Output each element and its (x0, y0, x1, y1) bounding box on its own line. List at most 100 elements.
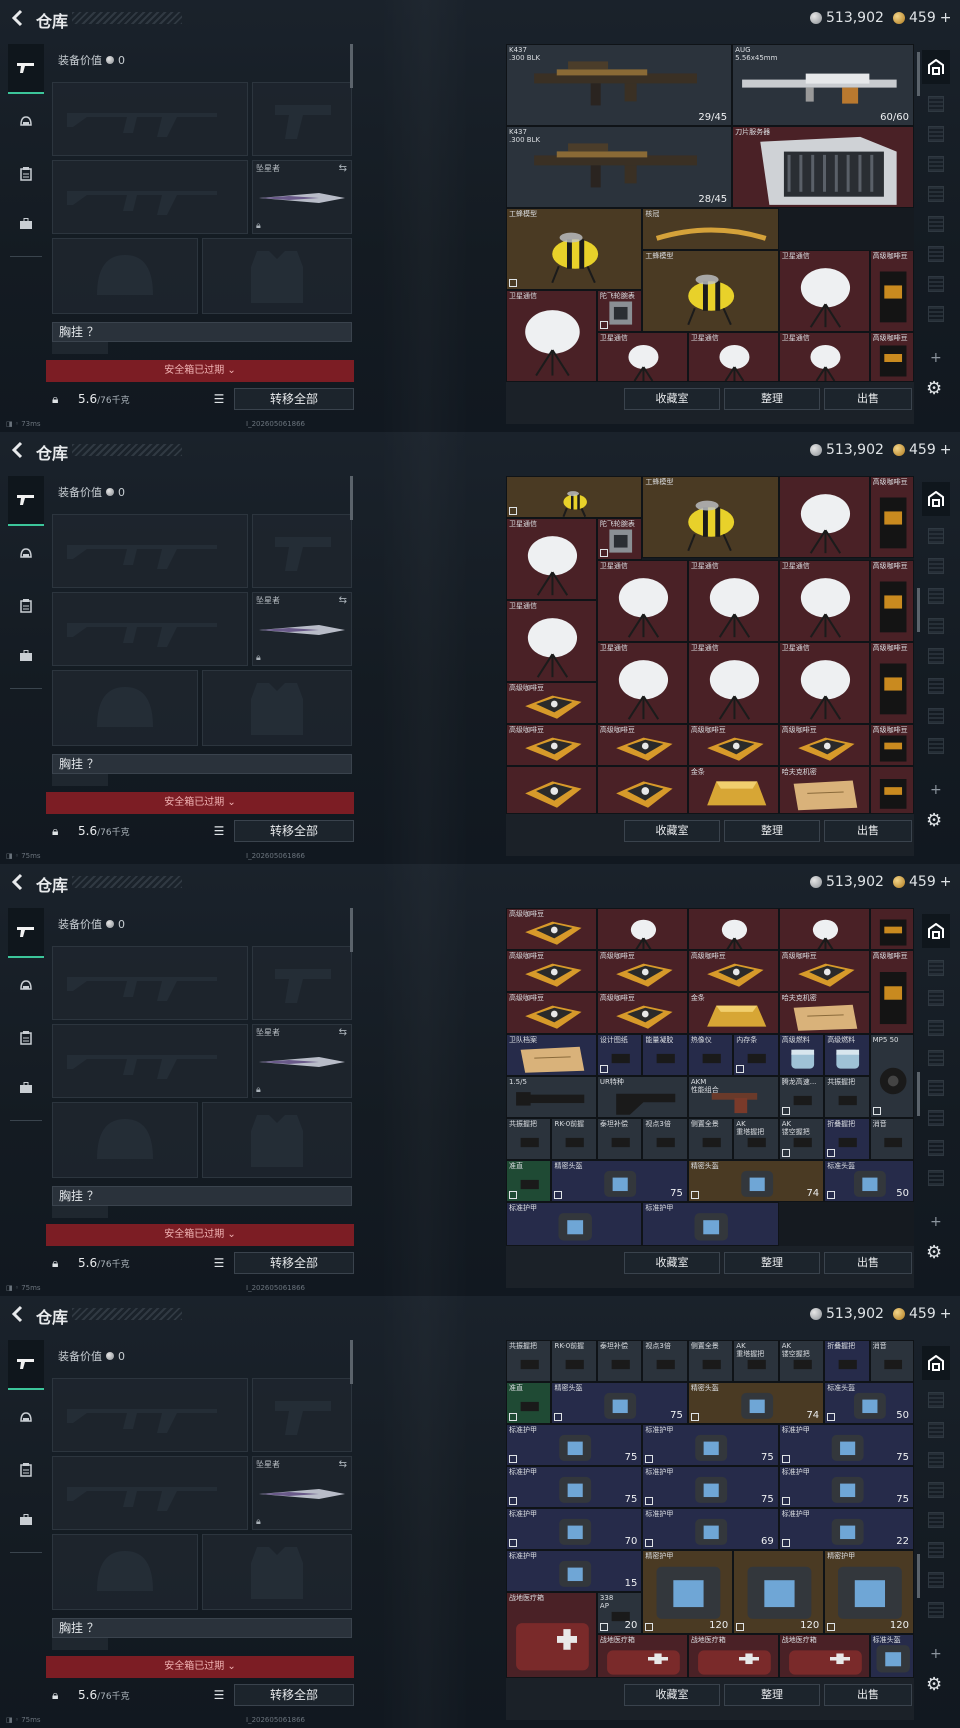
inventory-item[interactable]: 共振握把 (506, 1340, 552, 1382)
sidearm-slot[interactable] (252, 946, 352, 1020)
back-arrow-icon[interactable] (10, 9, 26, 27)
inventory-item[interactable]: 1.5/5 (506, 1076, 597, 1118)
inventory-item[interactable] (506, 476, 643, 518)
inventory-item[interactable] (506, 766, 597, 814)
sell-button[interactable]: 出售 (824, 1684, 912, 1706)
inventory-item[interactable]: 精密头盔 74 (687, 1160, 825, 1202)
rail-weapons[interactable] (8, 44, 44, 94)
inventory-item[interactable]: 腾龙高速... (778, 1076, 825, 1118)
inventory-item[interactable]: 卫星通信 (506, 290, 597, 382)
inventory-item[interactable]: 陀飞轮腕表 (596, 518, 643, 560)
inventory-item[interactable]: 精密头盔 75 (551, 1382, 688, 1424)
inventory-item[interactable]: 标准护甲 15 (506, 1550, 643, 1592)
inventory-item[interactable]: 核冠 (642, 208, 779, 250)
inventory-item[interactable]: 卫星通信 (506, 518, 597, 600)
gold-currency[interactable]: 459 + (893, 874, 951, 890)
secondary-weapon-slot[interactable] (52, 1456, 248, 1530)
warehouse-tab-7[interactable] (928, 678, 944, 694)
inventory-item[interactable]: 高级咖啡豆 (869, 332, 914, 382)
warehouse-tab-4[interactable] (928, 1020, 944, 1036)
melee-slot[interactable]: 坠星者 ⇆ 🔒︎ (252, 1024, 352, 1098)
safebox-expired-banner[interactable]: 安全箱已过期 ⌄ (46, 792, 354, 814)
swap-icon[interactable]: ⇆ (339, 163, 347, 174)
loadout-scrollbar[interactable] (350, 908, 353, 952)
helmet-slot[interactable] (52, 238, 198, 314)
warehouse-tab-6[interactable] (928, 648, 944, 664)
rail-weapons[interactable] (8, 1340, 44, 1390)
gold-currency[interactable]: 459 + (893, 1306, 951, 1322)
inventory-item[interactable]: 卫星通信 (506, 600, 597, 682)
back-arrow-icon[interactable] (10, 873, 26, 891)
add-tab-icon[interactable]: + (930, 1646, 942, 1662)
inventory-item[interactable] (869, 908, 914, 950)
warehouse-tab-2[interactable] (928, 96, 944, 112)
inventory-item[interactable]: 设计图纸 (596, 1034, 643, 1076)
add-tab-icon[interactable]: + (930, 1214, 942, 1230)
primary-weapon-slot[interactable] (52, 946, 248, 1020)
inventory-item[interactable] (596, 908, 688, 950)
add-gold-icon[interactable]: + (940, 1306, 952, 1322)
organize-button[interactable]: 整理 (724, 1684, 820, 1706)
inventory-item[interactable]: 标准头盔 50 (824, 1160, 914, 1202)
list-icon[interactable]: ☰ (210, 388, 228, 410)
inventory-item[interactable]: 视点3倍 (642, 1340, 688, 1382)
gear-icon[interactable]: ⚙ (926, 810, 942, 831)
warehouse-tab-4[interactable] (928, 1452, 944, 1468)
sell-button[interactable]: 出售 (824, 1252, 912, 1274)
rail-backpack[interactable] (12, 642, 40, 670)
warehouse-tab-3[interactable] (928, 558, 944, 574)
inventory-item[interactable]: 338 AP 20 (596, 1592, 643, 1634)
secondary-weapon-slot[interactable] (52, 160, 248, 234)
inventory-item[interactable]: 内存条 (733, 1034, 779, 1076)
inventory-item[interactable]: 高级咖啡豆 (869, 476, 914, 558)
inventory-item[interactable]: 卫星通信 (778, 642, 870, 724)
inventory-item[interactable]: 高级咖啡豆 (506, 724, 597, 766)
warehouse-tab-5[interactable] (928, 1482, 944, 1498)
inventory-item[interactable]: 标准头盔 50 (824, 1382, 914, 1424)
warehouse-scrollbar[interactable] (917, 588, 920, 632)
inventory-item[interactable]: 高级咖啡豆 (506, 682, 597, 724)
inventory-item[interactable]: 卫队档案 (506, 1034, 597, 1076)
inventory-item[interactable]: 刀片服务器 (732, 126, 914, 208)
transfer-all-button[interactable]: 转移全部 (234, 1252, 354, 1274)
inventory-item[interactable]: AK 镂空握把 (778, 1118, 825, 1160)
inventory-item[interactable]: 标准护甲 70 (506, 1508, 643, 1550)
add-gold-icon[interactable]: + (940, 10, 952, 26)
inventory-item[interactable]: 战地医疗箱 (596, 1634, 688, 1678)
rail-armor[interactable] (12, 108, 40, 136)
inventory-item[interactable]: 准直 (506, 1382, 552, 1424)
inventory-item[interactable]: 卫星通信 (687, 332, 779, 382)
inventory-item[interactable]: 共振握把 (506, 1118, 552, 1160)
gear-icon[interactable]: ⚙ (926, 378, 942, 399)
inventory-item[interactable]: 卫星通信 (778, 332, 870, 382)
warehouse-scrollbar[interactable] (917, 1554, 920, 1598)
add-gold-icon[interactable]: + (940, 442, 952, 458)
inventory-item[interactable]: 准直 (506, 1160, 552, 1202)
inventory-item[interactable]: 侧置全景 (687, 1118, 734, 1160)
warehouse-tab-6[interactable] (928, 1512, 944, 1528)
inventory-item[interactable]: 标准护甲 75 (778, 1424, 914, 1466)
warehouse-scrollbar[interactable] (917, 1072, 920, 1116)
warehouse-tab-6[interactable] (928, 1080, 944, 1096)
collection-room-button[interactable]: 收藏室 (624, 820, 720, 842)
safebox-expired-banner[interactable]: 安全箱已过期 ⌄ (46, 1656, 354, 1678)
warehouse-tab-9[interactable] (928, 1602, 944, 1618)
helmet-slot[interactable] (52, 670, 198, 746)
primary-weapon-slot[interactable] (52, 514, 248, 588)
inventory-item[interactable]: 哈夫克机密 (778, 766, 870, 814)
add-gold-icon[interactable]: + (940, 874, 952, 890)
inventory-item[interactable]: 高级燃料 (778, 1034, 825, 1076)
warehouse-tab-5[interactable] (928, 186, 944, 202)
inventory-item[interactable] (778, 476, 870, 558)
inventory-item[interactable]: 标准护甲 75 (506, 1466, 643, 1508)
inventory-item[interactable]: 金条 (687, 766, 779, 814)
warehouse-tab-2[interactable] (928, 528, 944, 544)
warehouse-tab-4[interactable] (928, 156, 944, 172)
warehouse-tab-5[interactable] (928, 618, 944, 634)
rail-armor[interactable] (12, 540, 40, 568)
list-icon[interactable]: ☰ (210, 1684, 228, 1706)
warehouse-tab-main[interactable] (922, 1346, 950, 1380)
inventory-item[interactable]: 标准头盔 (869, 1634, 914, 1678)
inventory-item[interactable]: 精密头盔 74 (687, 1382, 825, 1424)
loadout-scrollbar[interactable] (350, 44, 353, 88)
